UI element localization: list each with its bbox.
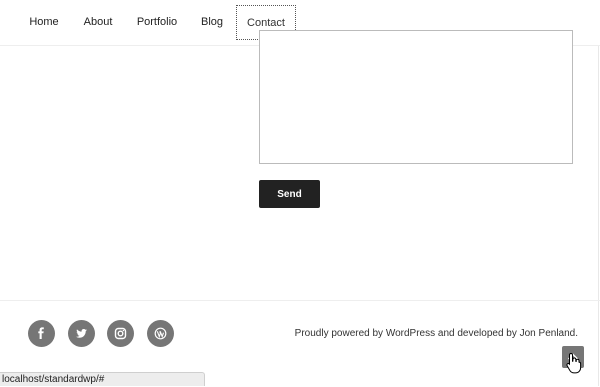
send-button[interactable]: Send xyxy=(259,180,320,208)
nav-portfolio[interactable]: Portfolio xyxy=(128,5,186,40)
nav-about[interactable]: About xyxy=(73,5,123,40)
browser-status-bar: localhost/standardwp/# xyxy=(0,372,205,386)
nav-blog[interactable]: Blog xyxy=(192,5,232,40)
hand-cursor-icon xyxy=(566,352,582,374)
instagram-icon[interactable] xyxy=(107,320,134,347)
nav-home[interactable]: Home xyxy=(20,5,68,40)
footer-credit: Proudly powered by WordPress and develop… xyxy=(294,328,578,339)
wordpress-icon[interactable] xyxy=(147,320,174,347)
message-textarea[interactable] xyxy=(259,30,573,164)
twitter-icon[interactable] xyxy=(68,320,95,347)
facebook-icon[interactable] xyxy=(28,320,55,347)
footer-divider xyxy=(0,300,600,301)
